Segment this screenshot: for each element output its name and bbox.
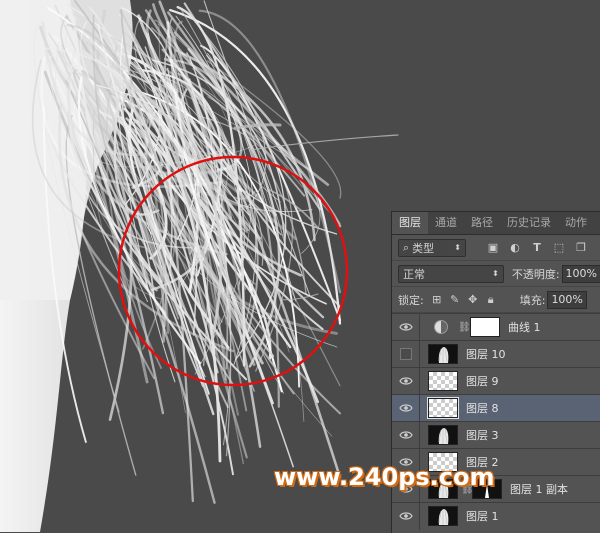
tab-layers[interactable]: 图层 <box>392 212 428 234</box>
filter-row: ⌕ 类型 ⬍ ▣ ◐ T ⬚ ❐ <box>392 235 600 261</box>
layer-list: ⛓ 曲线 1 图层 10 图层 9 图层 8 图层 3 图层 2 ⛓ 图层 1 副本 图层 1 <box>392 313 600 530</box>
lock-image-icon[interactable]: ✎ <box>446 291 464 309</box>
blend-mode-dropdown[interactable]: 正常 ⬍ <box>398 264 504 283</box>
layer-name: 图层 10 <box>466 348 506 361</box>
fill-input[interactable]: 100% <box>547 290 587 309</box>
lock-row: 锁定: ⊞ ✎ ✥ 🔒︎ 填充: 100% <box>392 287 600 313</box>
pixel-filter-icon[interactable]: ▣ <box>484 239 502 257</box>
tab-channels[interactable]: 通道 <box>428 212 464 234</box>
lock-position-icon[interactable]: ✥ <box>464 291 482 309</box>
filter-kind-label: 类型 <box>412 241 435 255</box>
layer-name: 图层 3 <box>466 429 499 442</box>
search-icon: ⌕ <box>403 240 410 254</box>
panel-tabs: 图层 通道 路径 历史记录 动作 <box>392 212 600 235</box>
layer-name: 图层 1 副本 <box>510 483 568 496</box>
layer-thumbnail[interactable] <box>428 506 458 526</box>
layer-thumbnail[interactable] <box>428 425 458 445</box>
layer-row[interactable]: 图层 10 <box>392 340 600 368</box>
blend-row: 正常 ⬍ 不透明度: 100% <box>392 261 600 287</box>
lock-label: 锁定: <box>398 293 424 307</box>
eye-icon[interactable] <box>392 313 420 341</box>
layer-row[interactable]: ⛓ 曲线 1 <box>392 313 600 341</box>
tab-history[interactable]: 历史记录 <box>500 212 558 234</box>
adjustment-filter-icon[interactable]: ◐ <box>506 239 524 257</box>
layer-row[interactable]: 图层 8 <box>392 394 600 422</box>
eye-icon[interactable] <box>392 421 420 449</box>
layer-name: 图层 1 <box>466 510 499 523</box>
tab-actions[interactable]: 动作 <box>558 212 594 234</box>
lock-all-icon[interactable]: 🔒︎ <box>482 291 500 309</box>
layer-thumbnail[interactable] <box>428 344 458 364</box>
layer-thumbnail[interactable] <box>427 397 459 419</box>
updown-arrow-icon: ⬍ <box>492 269 499 278</box>
fill-label: 填充: <box>519 293 546 307</box>
watermark: www.240ps.com <box>274 463 495 491</box>
eye-icon[interactable] <box>392 367 420 395</box>
eye-icon[interactable] <box>392 502 420 530</box>
updown-arrow-icon: ⬍ <box>454 243 461 252</box>
layer-row[interactable]: 图层 3 <box>392 421 600 449</box>
type-filter-icon[interactable]: T <box>528 239 546 257</box>
opacity-input[interactable]: 100% <box>561 264 600 283</box>
layer-row[interactable]: 图层 9 <box>392 367 600 395</box>
smart-object-filter-icon[interactable]: ❐ <box>572 239 590 257</box>
hidden-visibility-box[interactable] <box>392 340 420 368</box>
layer-name: 图层 9 <box>466 375 499 388</box>
lock-transparent-icon[interactable]: ⊞ <box>428 291 446 309</box>
opacity-label: 不透明度: <box>511 267 560 281</box>
link-icon: ⛓ <box>458 321 471 333</box>
layer-row[interactable]: 图层 1 <box>392 502 600 530</box>
layer-name: 曲线 1 <box>508 321 541 334</box>
shape-filter-icon[interactable]: ⬚ <box>550 239 568 257</box>
layer-mask-thumbnail[interactable] <box>470 317 500 337</box>
eye-icon[interactable] <box>392 394 420 422</box>
blend-mode-value: 正常 <box>403 267 425 281</box>
adjustment-icon <box>434 320 448 334</box>
filter-kind-dropdown[interactable]: ⌕ 类型 ⬍ <box>398 238 466 257</box>
tab-paths[interactable]: 路径 <box>464 212 500 234</box>
layer-name: 图层 8 <box>466 402 499 415</box>
layer-thumbnail[interactable] <box>428 371 458 391</box>
